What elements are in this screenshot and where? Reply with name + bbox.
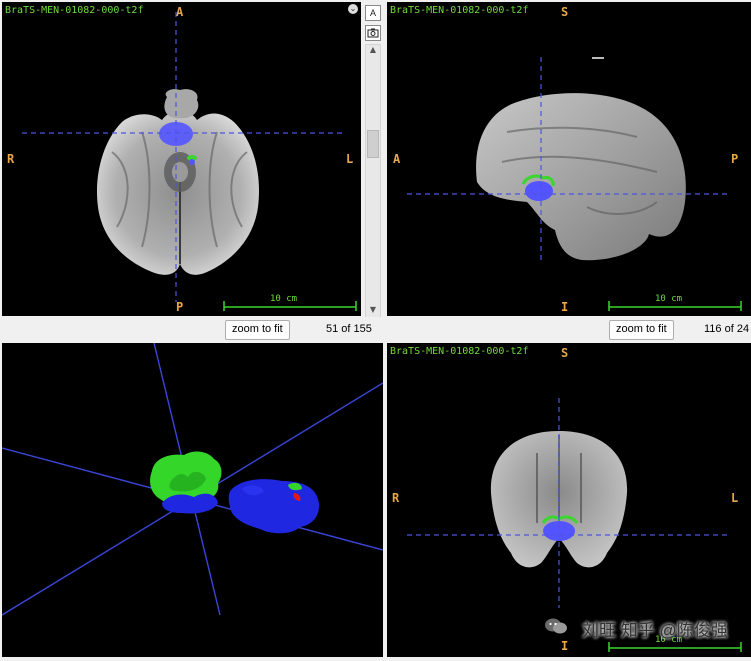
scan-label: BraTS-MEN-01082-000-t2f: [390, 5, 529, 16]
orient-right: L: [346, 152, 354, 166]
orient-left: A: [393, 152, 401, 166]
orient-bottom: I: [561, 639, 569, 653]
wechat-icon: [545, 618, 567, 634]
tumor-3d-blue-right: [228, 479, 320, 534]
view-toolstrip: A ▲ ▼: [362, 2, 384, 318]
zoom-to-fit-button[interactable]: zoom to fit: [225, 320, 290, 340]
slice-scrollbar[interactable]: ▲ ▼: [365, 44, 381, 318]
orient-top: A: [176, 5, 184, 19]
coronal-view[interactable]: BraTS-MEN-01082-000-t2f S I R L 10 cm: [387, 343, 751, 657]
orient-left: R: [7, 152, 15, 166]
axial-statusbar: zoom to fit 51 of 155: [2, 317, 382, 341]
sagittal-view[interactable]: BraTS-MEN-01082-000-t2f S I A P 10 cm: [387, 2, 751, 316]
coronal-image: [407, 398, 742, 652]
axial-image: [22, 12, 357, 311]
scan-label: BraTS-MEN-01082-000-t2f: [390, 346, 529, 357]
orient-top: S: [561, 5, 569, 19]
scan-label: BraTS-MEN-01082-000-t2f: [5, 5, 144, 16]
camera-icon[interactable]: [365, 25, 381, 41]
scroll-thumb[interactable]: [367, 130, 379, 158]
orient-bottom: P: [176, 300, 184, 314]
scroll-down-icon[interactable]: ▼: [366, 305, 380, 317]
sagittal-statusbar: zoom to fit 116 of 24: [387, 317, 751, 341]
orient-top: S: [561, 346, 569, 360]
scale-label: 10 cm: [655, 294, 683, 304]
render-3d-image: [2, 343, 383, 616]
slice-count: 51 of 155: [326, 323, 372, 335]
slice-count: 116 of 24: [704, 323, 750, 335]
orient-right: P: [731, 152, 739, 166]
orient-right: L: [731, 491, 739, 505]
orient-left: R: [392, 491, 400, 505]
axial-view[interactable]: BraTS-MEN-01082-000-t2f A P R L 10 cm ⌄: [2, 2, 361, 316]
annotation-icon[interactable]: A: [365, 5, 381, 21]
orient-bottom: I: [561, 300, 569, 314]
scale-label: 10 cm: [270, 294, 298, 304]
sagittal-image: [407, 57, 742, 311]
tumor-3d-blue-left: [162, 493, 218, 514]
scroll-up-icon[interactable]: ▲: [366, 45, 380, 57]
chevron-down-icon[interactable]: ⌄: [348, 4, 358, 14]
watermark-text: 刘旺 知乎 @陈俊强: [582, 621, 728, 640]
zoom-to-fit-button[interactable]: zoom to fit: [609, 320, 674, 340]
render-3d-view[interactable]: [2, 343, 383, 657]
